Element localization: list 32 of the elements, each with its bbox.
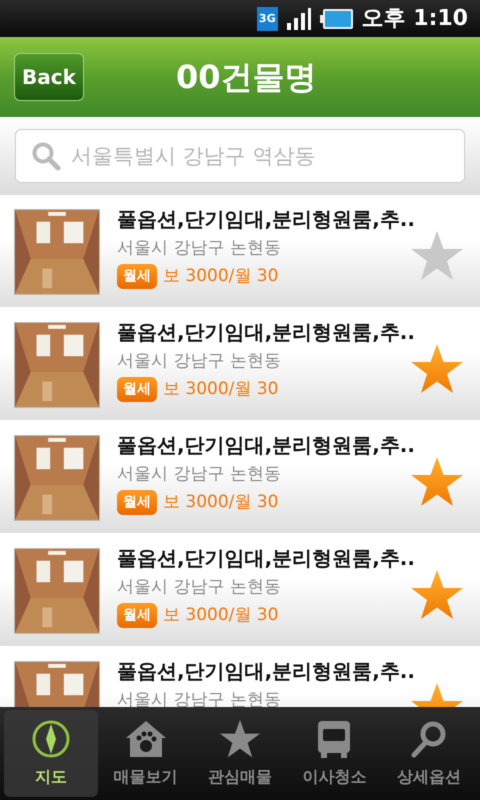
- listing-price: 보 3000/월 30: [163, 490, 278, 514]
- tab-button[interactable]: 이사청소: [287, 710, 382, 797]
- compass-icon: [31, 718, 72, 758]
- tab-button[interactable]: 관심매물: [192, 710, 288, 797]
- star-icon[interactable]: [410, 230, 464, 282]
- listing-price: 보 3000/월 30: [163, 604, 278, 626]
- rent-type-badge: 월세: [117, 376, 157, 402]
- search-icon: [31, 141, 61, 171]
- listing-price: 보 3000/월 30: [163, 378, 278, 400]
- clock-time: 오후 1:10: [362, 5, 468, 33]
- tab-button[interactable]: 상세옵션: [382, 710, 476, 797]
- tab-button[interactable]: 매물보기: [98, 710, 193, 797]
- listing-address: 서울시 강남구 논현동: [117, 350, 282, 373]
- house-icon: [124, 718, 167, 758]
- search-field[interactable]: 서울특별시 강남구 역삼동: [15, 129, 465, 183]
- tab-button[interactable]: 지도: [4, 710, 98, 797]
- rent-type-badge: 월세: [117, 490, 157, 515]
- battery-icon: [320, 8, 354, 30]
- listing-address: 서울시 강남구 논현동: [117, 237, 282, 260]
- star-icon: [219, 718, 262, 758]
- listing-address: 서울시 강남구 논현동: [117, 576, 282, 599]
- listing-price: 보 3000/월 30: [163, 264, 278, 288]
- back-button[interactable]: Back: [14, 53, 84, 101]
- network-icon: 3G: [256, 6, 278, 30]
- star-icon[interactable]: [410, 456, 464, 508]
- star-icon[interactable]: [410, 569, 464, 621]
- page-title: 00건물명: [176, 57, 317, 98]
- listing-address: 서울시 강남구 논현동: [117, 463, 282, 486]
- rent-type-badge: 월세: [117, 602, 157, 628]
- signal-icon: [286, 6, 312, 30]
- rent-type-badge: 월세: [117, 264, 157, 289]
- star-icon[interactable]: [410, 343, 464, 395]
